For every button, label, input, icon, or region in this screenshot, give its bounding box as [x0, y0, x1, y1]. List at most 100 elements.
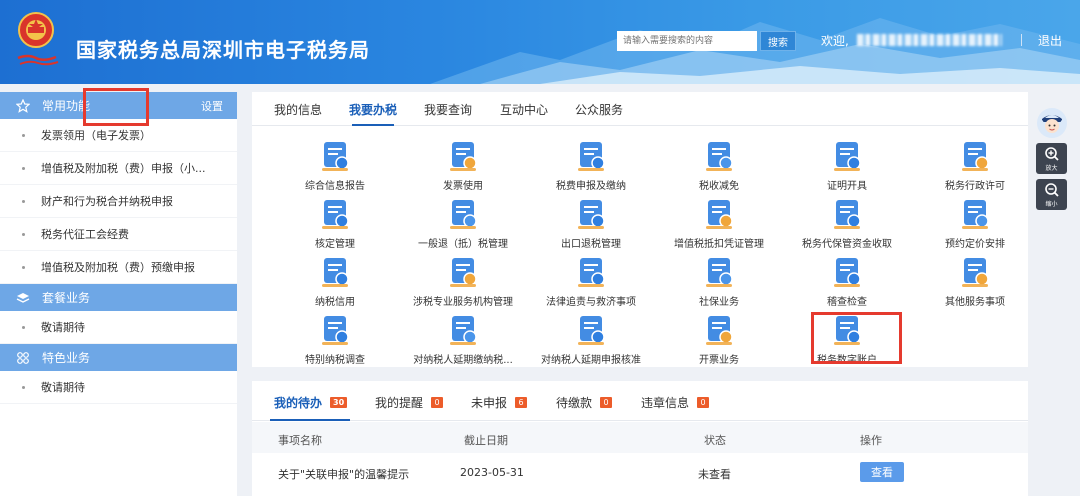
service-item[interactable]: 一般退（抵）税管理 — [400, 197, 526, 250]
user-name-blurred — [857, 34, 1002, 46]
service-item[interactable]: 税务行政许可 — [912, 139, 1038, 192]
service-item[interactable]: 税收减免 — [656, 139, 782, 192]
sidebar: 常用功能 设置 发票领用（电子发票） 增值税及附加税（费）申报（小... 财产和… — [0, 92, 237, 496]
search-input[interactable] — [617, 31, 757, 51]
tab-unfiled[interactable]: 未申报 6 — [471, 394, 528, 411]
credit-icon — [318, 255, 352, 289]
header-banner: 国家税务总局深圳市电子税务局 搜索 欢迎, 退出 — [0, 0, 1080, 84]
sidebar-section-title: 特色业务 — [42, 351, 91, 365]
count-badge: 0 — [600, 397, 613, 408]
table-row: 关于"关联申报"的温馨提示 2023-05-31 未查看 查看 — [252, 457, 1028, 487]
deferral-icon — [446, 313, 480, 347]
zoom-in-icon — [1044, 146, 1059, 161]
service-item[interactable]: 稽查检查 — [784, 255, 910, 308]
service-item-label: 开票业务 — [699, 355, 739, 366]
social-security-icon — [702, 255, 736, 289]
tab-label: 我的待办 — [274, 396, 323, 410]
tab-label: 待缴款 — [556, 396, 593, 410]
service-item-label: 证明开具 — [827, 181, 867, 192]
service-item[interactable]: 涉税专业服务机构管理 — [400, 255, 526, 308]
sidebar-item[interactable]: 增值税及附加税（费）申报（小... — [0, 152, 237, 185]
sidebar-item[interactable]: 税务代征工会经费 — [0, 218, 237, 251]
tab-query[interactable]: 我要查询 — [424, 101, 472, 118]
service-item[interactable]: 税务代保管资金收取 — [784, 197, 910, 250]
sidebar-item-label: 增值税及附加税（费）申报（小... — [41, 162, 206, 175]
service-panel: 我的信息 我要办税 我要查询 互动中心 公众服务 综合信息报告 发票使用 税费申报及… — [252, 92, 1028, 367]
count-badge: 0 — [697, 397, 710, 408]
sidebar-item[interactable]: 敬请期待 — [0, 311, 237, 344]
service-item-label: 出口退税管理 — [561, 239, 621, 250]
service-item[interactable]: 税费申报及缴纳 — [528, 139, 654, 192]
service-item-label: 稽查检查 — [827, 297, 867, 308]
item-highlight-box — [811, 312, 902, 364]
service-item[interactable]: 社保业务 — [656, 255, 782, 308]
service-item-label: 预约定价安排 — [945, 239, 1005, 250]
service-item[interactable]: 其他服务事项 — [912, 255, 1038, 308]
certificate-icon — [830, 139, 864, 173]
tab-violations[interactable]: 违章信息 0 — [641, 394, 710, 411]
row-deadline: 2023-05-31 — [460, 466, 524, 479]
service-item-label: 增值税抵扣凭证管理 — [674, 239, 764, 250]
sidebar-item[interactable]: 增值税及附加税（费）预缴申报 — [0, 251, 237, 284]
service-item[interactable]: 核定管理 — [272, 197, 398, 250]
service-item[interactable]: 特别纳税调查 — [272, 313, 398, 366]
tab-tax-service[interactable]: 我要办税 — [349, 101, 397, 118]
service-item-label: 其他服务事项 — [945, 297, 1005, 308]
tab-my-info[interactable]: 我的信息 — [274, 101, 322, 118]
welcome-text: 欢迎, — [821, 34, 849, 48]
sidebar-settings-link[interactable]: 设置 — [201, 98, 223, 114]
tab-pending-payment[interactable]: 待缴款 0 — [556, 394, 613, 411]
service-item[interactable]: 预约定价安排 — [912, 197, 1038, 250]
sidebar-item-label: 增值税及附加税（费）预缴申报 — [41, 261, 195, 274]
service-item-label: 纳税信用 — [315, 297, 355, 308]
todo-tabs: 我的待办 30 我的提醒 0 未申报 6 待缴款 0 违章信息 0 — [252, 381, 1028, 421]
count-badge: 30 — [330, 397, 348, 408]
sidebar-item[interactable]: 财产和行为税合并纳税申报 — [0, 185, 237, 218]
service-item[interactable]: 对纳税人延期缴纳税... — [400, 313, 526, 366]
service-item-label: 税收减免 — [699, 181, 739, 192]
heart-service-icon — [958, 255, 992, 289]
delay-approval-icon — [574, 313, 608, 347]
service-item[interactable]: 开票业务 — [656, 313, 782, 366]
invoice-icon — [446, 139, 480, 173]
service-item[interactable]: 对纳税人延期申报核准 — [528, 313, 654, 366]
service-item[interactable]: 出口退税管理 — [528, 197, 654, 250]
bullet-icon — [22, 133, 25, 137]
star-icon — [16, 98, 30, 113]
active-tab-underline — [270, 419, 350, 421]
service-item[interactable]: 增值税抵扣凭证管理 — [656, 197, 782, 250]
zoom-out-button[interactable]: 缩小 — [1036, 179, 1067, 210]
report-icon — [318, 139, 352, 173]
zoom-in-button[interactable]: 放大 — [1036, 143, 1067, 174]
assistant-avatar[interactable] — [1036, 107, 1068, 142]
logout-link[interactable]: 退出 — [1038, 32, 1062, 49]
sidebar-section-featured[interactable]: 特色业务 — [0, 344, 237, 371]
view-button[interactable]: 查看 — [860, 462, 904, 482]
tab-highlight-box — [83, 88, 149, 126]
grid-icon — [16, 351, 30, 365]
tab-my-reminders[interactable]: 我的提醒 0 — [375, 394, 444, 411]
service-item[interactable]: 法律追责与救济事项 — [528, 255, 654, 308]
service-item-label: 核定管理 — [315, 239, 355, 250]
service-item-label: 税务代保管资金收取 — [802, 239, 892, 250]
column-header: 状态 — [704, 434, 726, 447]
sidebar-item-label: 发票领用（电子发票） — [41, 129, 151, 142]
sidebar-section-packages[interactable]: 套餐业务 — [0, 284, 237, 311]
service-item[interactable]: 证明开具 — [784, 139, 910, 192]
service-item-label: 发票使用 — [443, 181, 483, 192]
tab-public-service[interactable]: 公众服务 — [575, 101, 623, 118]
refund-icon — [446, 197, 480, 231]
bullet-icon — [22, 232, 25, 236]
count-badge: 0 — [431, 397, 444, 408]
sidebar-item-label: 敬请期待 — [41, 321, 85, 334]
sidebar-item[interactable]: 敬请期待 — [0, 371, 237, 404]
appointment-icon — [958, 197, 992, 231]
service-item[interactable]: 综合信息报告 — [272, 139, 398, 192]
count-badge: 6 — [515, 397, 528, 408]
search-button[interactable]: 搜索 — [760, 31, 796, 51]
tab-interaction[interactable]: 互动中心 — [500, 101, 548, 118]
service-item[interactable]: 纳税信用 — [272, 255, 398, 308]
tab-my-todo[interactable]: 我的待办 30 — [274, 394, 348, 411]
service-item[interactable]: 发票使用 — [400, 139, 526, 192]
service-item-label: 对纳税人延期缴纳税... — [413, 355, 513, 366]
